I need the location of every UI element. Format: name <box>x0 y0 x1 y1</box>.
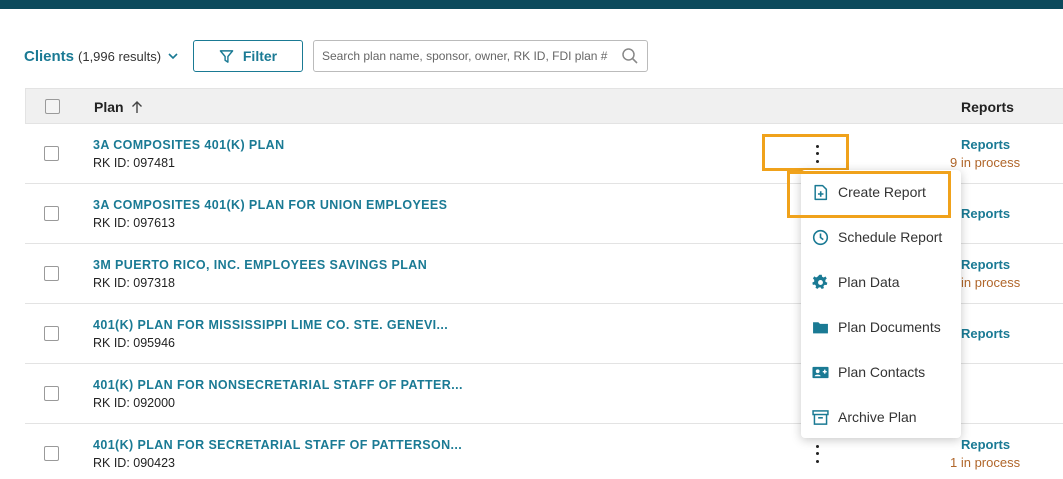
reports-status: in process <box>961 275 1021 290</box>
reports-status: 9 in process <box>950 155 1021 170</box>
menu-item-plan-documents[interactable]: Plan Documents <box>801 307 961 347</box>
row-checkbox[interactable] <box>44 446 59 461</box>
top-header-bar <box>0 0 1063 9</box>
menu-item-plan-contacts[interactable]: Plan Contacts <box>801 352 961 392</box>
clients-label: Clients <box>24 47 75 65</box>
select-all-checkbox[interactable] <box>45 99 60 114</box>
plan-rk-id: RK ID: 097318 <box>93 276 175 290</box>
filter-button[interactable]: Filter <box>193 40 303 72</box>
table-header: Plan Reports <box>25 88 1063 124</box>
toolbar: Clients (1,996 results) Filter <box>24 40 648 72</box>
folder-icon <box>813 321 828 333</box>
create-report-highlight-box <box>787 171 951 218</box>
plan-name-link[interactable]: 401(K) PLAN FOR SECRETARIAL STAFF OF PAT… <box>93 438 462 452</box>
filter-button-label: Filter <box>242 48 278 64</box>
archive-box-icon <box>812 409 829 425</box>
plan-rk-id: RK ID: 097613 <box>93 216 175 230</box>
results-count: (1,996 results) <box>78 48 162 64</box>
reports-link[interactable]: Reports <box>961 206 1010 221</box>
plan-name-link[interactable]: 401(K) PLAN FOR NONSECRETARIAL STAFF OF … <box>93 378 463 392</box>
row-checkbox[interactable] <box>44 206 59 221</box>
plan-name-link[interactable]: 3A COMPOSITES 401(K) PLAN <box>93 138 285 152</box>
plan-rk-id: RK ID: 090423 <box>93 456 175 470</box>
menu-item-archive-plan[interactable]: Archive Plan <box>801 397 961 437</box>
contact-card-icon <box>812 366 829 378</box>
row-checkbox[interactable] <box>44 146 59 161</box>
plan-name-link[interactable]: 401(K) PLAN FOR MISSISSIPPI LIME CO. STE… <box>93 318 448 332</box>
menu-item-schedule-report[interactable]: Schedule Report <box>801 217 961 257</box>
search-input[interactable] <box>322 49 621 63</box>
reports-link[interactable]: Reports <box>961 437 1010 452</box>
menu-item-label: Schedule Report <box>838 229 943 245</box>
reports-link[interactable]: Reports <box>961 326 1010 341</box>
clients-dropdown[interactable]: Clients (1,996 results) <box>24 48 179 65</box>
sort-arrow-up-icon <box>131 100 142 113</box>
gear-icon <box>812 274 828 289</box>
filter-funnel-icon <box>219 49 234 63</box>
menu-item-label: Plan Contacts <box>838 364 926 380</box>
menu-item-label: Archive Plan <box>838 409 917 425</box>
reports-link[interactable]: Reports <box>961 137 1010 152</box>
menu-item-plan-data[interactable]: Plan Data <box>801 262 961 302</box>
plan-rk-id: RK ID: 092000 <box>93 396 175 410</box>
row-checkbox[interactable] <box>44 326 59 341</box>
menu-item-label: Plan Data <box>838 274 900 290</box>
row-checkbox[interactable] <box>44 386 59 401</box>
reports-link[interactable]: Reports <box>961 257 1010 272</box>
plan-column-header[interactable]: Plan <box>94 99 143 115</box>
clock-icon <box>812 229 829 245</box>
plan-column-label: Plan <box>94 99 124 115</box>
plan-name-link[interactable]: 3M PUERTO RICO, INC. EMPLOYEES SAVINGS P… <box>93 258 427 272</box>
plan-rk-id: RK ID: 095946 <box>93 336 175 350</box>
plan-rk-id: RK ID: 097481 <box>93 156 175 170</box>
chevron-down-icon <box>168 53 178 60</box>
search-icon[interactable] <box>621 47 639 65</box>
kebab-highlight-box <box>762 134 849 171</box>
search-box <box>313 40 648 72</box>
reports-column-header: Reports <box>961 99 1014 115</box>
row-checkbox[interactable] <box>44 266 59 281</box>
menu-item-label: Plan Documents <box>838 319 941 335</box>
reports-status: 1 in process <box>950 455 1021 470</box>
plan-name-link[interactable]: 3A COMPOSITES 401(K) PLAN FOR UNION EMPL… <box>93 198 447 212</box>
more-actions-icon[interactable] <box>808 443 826 465</box>
